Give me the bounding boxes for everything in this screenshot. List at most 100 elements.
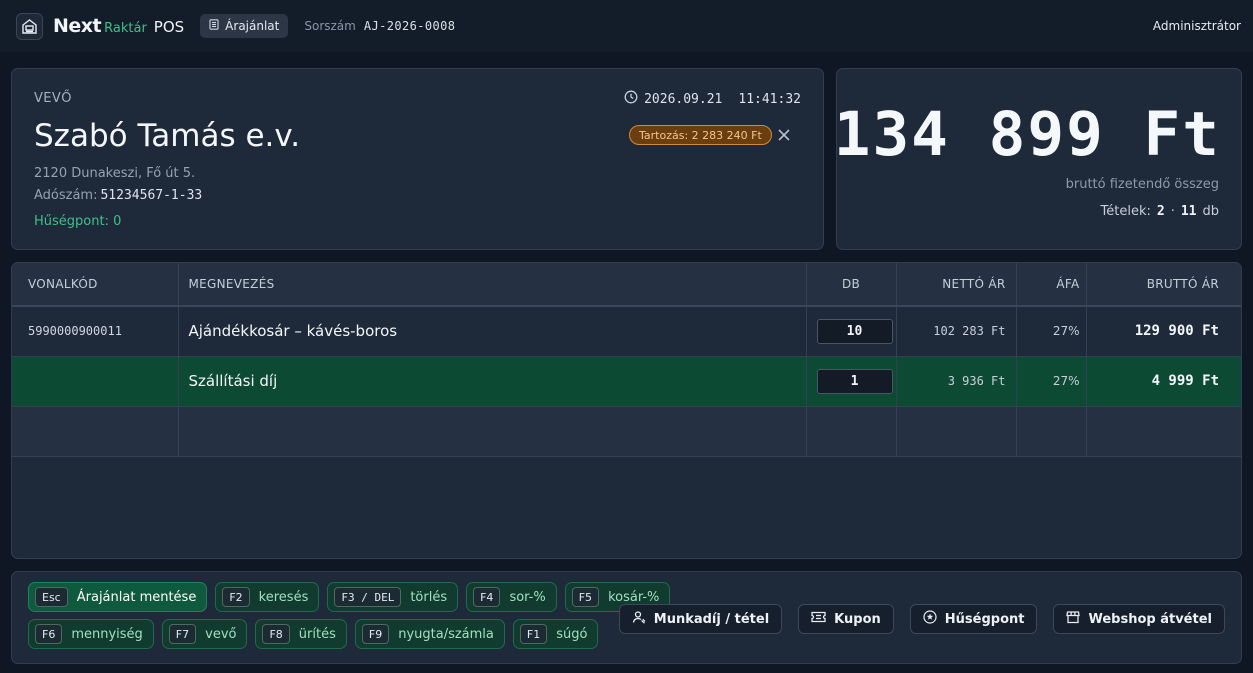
row-vat: 27% [1016, 306, 1087, 357]
row-name: Szállítási díj [178, 356, 807, 407]
items-count: 2 [1156, 204, 1165, 219]
line-discount-button[interactable]: F4 sor-% [466, 582, 557, 612]
col-net[interactable]: NETTÓ ÁR [896, 263, 1017, 307]
brand-name: Next [53, 15, 102, 37]
tax-label: Adószám: [34, 188, 98, 203]
loyalty-label: Hűségpont [944, 611, 1025, 627]
shortcut-row-1: Esc Árajánlat mentése F2 keresés F3 / DEL t… [28, 582, 671, 612]
total-amount: 134 899 Ft [833, 99, 1221, 170]
ticket-icon [811, 611, 826, 627]
quantity-button[interactable]: F6 mennyiség [28, 619, 154, 649]
brand-sub: Raktár [104, 21, 147, 36]
brand-pos: POS [153, 18, 185, 36]
user-menu[interactable]: Adminisztrátor [1153, 19, 1241, 33]
row-barcode [12, 356, 179, 407]
table-header: VONALKÓD MEGNEVEZÉS DB NETTÓ ÁR ÁFA BRUT… [12, 263, 1241, 307]
items-separator: · [1170, 204, 1175, 219]
debt-badge: Tartozás: 2 283 240 Ft [629, 125, 772, 145]
key-esc: Esc [35, 587, 68, 607]
key-f4: F4 [473, 587, 501, 607]
key-f8: F8 [262, 624, 290, 644]
col-qty[interactable]: DB [806, 263, 897, 307]
clock-icon [624, 90, 638, 108]
coupon-button[interactable]: Kupon [798, 604, 894, 634]
key-label: keresés [258, 589, 309, 605]
labor-button[interactable]: Munkadíj / tétel [618, 604, 783, 634]
table-row[interactable]: 5990000900011 Ajándékkosár – kávés-boros… [12, 306, 1241, 357]
action-buttons: Munkadíj / tétel Kupon Hűségpont Webshop… [618, 604, 1225, 634]
key-f3: F3 / DEL [334, 587, 402, 607]
customer-name[interactable]: Szabó Tamás e.v. [34, 118, 300, 154]
serial-label: Sorszám [304, 19, 356, 33]
qty-input[interactable]: 1 [816, 368, 893, 394]
shortcut-bar: Esc Árajánlat mentése F2 keresés F3 / DEL t… [11, 571, 1242, 664]
brand-logo: Next Raktár POS [53, 15, 184, 37]
key-f6: F6 [35, 624, 63, 644]
total-caption: bruttó fizetendő összeg [1065, 177, 1219, 192]
doc-type-badge: Árajánlat [200, 14, 289, 38]
key-label: kosár-% [608, 589, 660, 605]
items-panel: VONALKÓD MEGNEVEZÉS DB NETTÓ ÁR ÁFA BRUT… [11, 262, 1242, 559]
qty-input[interactable]: 10 [816, 318, 893, 344]
row-gross: 4 999 Ft [1086, 356, 1241, 407]
webshop-label: Webshop átvétel [1088, 611, 1212, 627]
row-net: 102 283 Ft [896, 306, 1017, 357]
top-bar: Next Raktár POS Árajánlat Sorszám AJ-202… [0, 0, 1253, 52]
key-label: nyugta/számla [398, 626, 494, 642]
table-row-empty[interactable] [12, 406, 1241, 457]
col-barcode[interactable]: VONALKÓD [12, 263, 179, 307]
col-vat[interactable]: ÁFA [1016, 263, 1087, 307]
shortcut-row-2: F6 mennyiség F7 vevő F8 ürítés F9 nyugta/szá… [28, 619, 599, 649]
key-f1: F1 [519, 624, 548, 644]
items-label: Tételek: [1100, 204, 1151, 219]
document-icon [209, 19, 219, 33]
loyalty-button[interactable]: Hűségpont [909, 604, 1038, 634]
coupon-label: Kupon [834, 611, 881, 627]
close-icon[interactable] [772, 123, 796, 147]
customer-button[interactable]: F7 vevő [161, 619, 248, 649]
time-value: 11:41:32 [738, 91, 801, 107]
store-icon [1066, 610, 1081, 628]
row-net: 3 936 Ft [896, 356, 1017, 407]
receipt-invoice-button[interactable]: F9 nyugta/számla [354, 619, 505, 649]
col-gross[interactable]: BRUTTÓ ÁR [1086, 263, 1241, 307]
save-quote-button[interactable]: Esc Árajánlat mentése [28, 582, 208, 612]
key-label: súgó [556, 626, 588, 642]
key-label: ürítés [298, 626, 336, 642]
labor-label: Munkadíj / tétel [653, 611, 770, 627]
doc-type-label: Árajánlat [225, 19, 280, 33]
key-f9: F9 [361, 624, 390, 644]
delete-button[interactable]: F3 / DEL törlés [327, 582, 459, 612]
star-icon [923, 610, 937, 628]
key-label: vevő [205, 626, 237, 642]
search-button[interactable]: F2 keresés [215, 582, 320, 612]
row-name: Ajándékkosár – kávés-boros [178, 306, 807, 357]
row-qty-cell: 10 [806, 306, 897, 357]
webshop-button[interactable]: Webshop átvétel [1053, 604, 1225, 634]
row-qty-cell: 1 [806, 356, 897, 407]
customer-loyalty: Hűségpont: 0 [34, 214, 122, 229]
datetime: 2026.09.21 11:41:32 [624, 90, 801, 108]
key-f2: F2 [222, 587, 250, 607]
key-label: törlés [410, 589, 448, 605]
key-f5: F5 [571, 587, 600, 607]
tax-number: 51234567-1-33 [100, 188, 203, 203]
date-value: 2026.09.21 [644, 91, 723, 107]
items-summary: Tételek: 2 · 11 db [1101, 204, 1219, 219]
table-row-selected[interactable]: Szállítási díj 1 3 936 Ft 27% 4 999 Ft [12, 356, 1241, 407]
customer-tax: Adószám: 51234567-1-33 [34, 188, 202, 203]
items-table: VONALKÓD MEGNEVEZÉS DB NETTÓ ÁR ÁFA BRUT… [12, 263, 1241, 457]
customer-panel: VEVŐ 2026.09.21 11:41:32 Szabó Tamás e.v… [11, 68, 824, 250]
key-label: sor-% [509, 589, 546, 605]
serial-value: AJ-2026-0008 [363, 19, 456, 33]
row-barcode: 5990000900011 [12, 306, 179, 357]
register-icon [16, 12, 43, 40]
total-panel: 134 899 Ft bruttó fizetendő összeg Tétel… [833, 68, 1242, 250]
worker-icon [632, 610, 646, 628]
key-f7: F7 [168, 624, 197, 644]
clear-button[interactable]: F8 ürítés [255, 619, 347, 649]
col-name[interactable]: MEGNEVEZÉS [178, 263, 807, 307]
help-button[interactable]: F1 súgó [512, 619, 599, 649]
qty-unit: db [1202, 204, 1219, 219]
row-gross: 129 900 Ft [1086, 306, 1241, 357]
